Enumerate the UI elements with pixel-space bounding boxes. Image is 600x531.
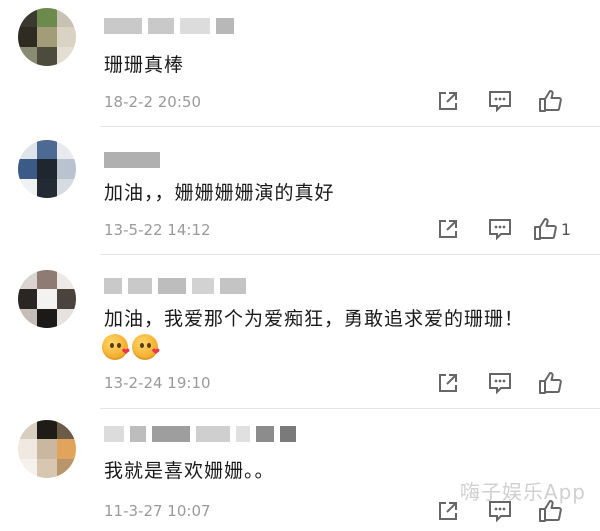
share-icon [439,502,457,520]
comment-text: 加油，我爱那个为爱痴狂，勇敢追求爱的珊珊！ [104,308,525,330]
avatar[interactable] [18,420,76,478]
avatar[interactable] [18,8,76,66]
reply-button[interactable] [474,370,526,396]
thumbs-up-icon [533,218,557,240]
reply-button[interactable] [474,88,526,114]
blushing-heart-emoji-icon: ❤ [102,334,130,360]
username[interactable] [104,424,296,444]
share-button[interactable] [422,216,474,242]
divider [100,254,600,255]
comment-text: 珊珊真棒 [104,54,185,76]
comment-actions [422,88,578,114]
username[interactable] [104,16,234,36]
comment-text: 加油，，姗姗姗姗演的真好 [104,182,335,204]
comment-icon [489,91,511,112]
like-button[interactable] [526,370,578,396]
like-button[interactable] [526,88,578,114]
share-icon [439,374,457,392]
share-button[interactable] [422,370,474,396]
username[interactable] [104,150,160,170]
divider [100,126,600,127]
comment-text: 我就是喜欢姗姗。。 [104,460,275,482]
comment-actions [422,370,578,396]
comment-actions: 1 [422,216,578,242]
divider [100,408,600,409]
avatar[interactable] [18,140,76,198]
share-button[interactable] [422,88,474,114]
like-button[interactable]: 1 [526,216,578,242]
watermark-text: 嗨子娱乐App [459,480,586,504]
comment-time: 11-3-27 10:07 [104,502,211,520]
comment-time: 13-2-24 19:10 [104,374,211,392]
reply-button[interactable] [474,216,526,242]
comment-icon [489,219,511,240]
comment-time: 13-5-22 14:12 [104,221,211,239]
comment-icon [489,373,511,394]
like-count: 1 [560,219,572,239]
comment-time: 18-2-2 20:50 [104,93,201,111]
thumbs-up-icon [539,90,562,112]
share-icon [439,92,457,110]
share-icon [439,220,457,238]
thumbs-up-icon [539,372,562,394]
blushing-heart-emoji-icon: ❤ [132,334,160,360]
username[interactable] [104,276,246,296]
avatar[interactable] [18,270,76,328]
emoji-row: ❤ ❤ [102,334,160,360]
